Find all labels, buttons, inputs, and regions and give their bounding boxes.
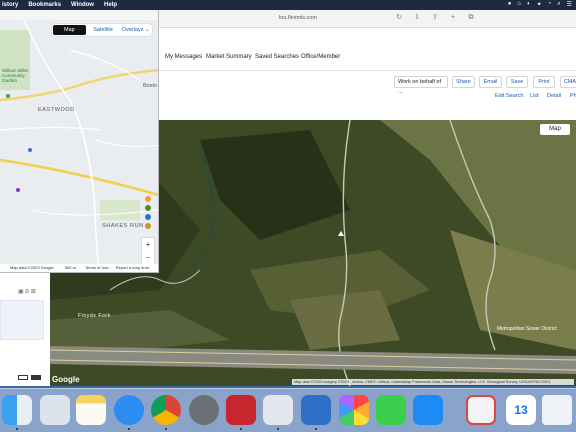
zoom-out-button[interactable]: − xyxy=(142,251,154,264)
nav-my-messages[interactable]: My Messages xyxy=(165,54,202,60)
map-attribution: Map data ©2023 Google 500 m Terms of Use… xyxy=(0,264,158,272)
notes-icon[interactable] xyxy=(76,395,106,425)
menu-window[interactable]: Window xyxy=(71,2,94,8)
satellite-attribution-text: Map data ©2023 Imagery ©2023 , Airbus, C… xyxy=(294,380,551,384)
tab-map[interactable]: Map xyxy=(53,25,86,35)
address-bar[interactable]: lou.flexmls.com xyxy=(248,13,348,24)
place-pin-icon xyxy=(6,94,10,98)
battery-icon[interactable]: ◔ xyxy=(548,1,552,8)
terms-link[interactable]: Terms of Use xyxy=(85,265,109,270)
quicken-icon[interactable] xyxy=(226,395,256,425)
print-button[interactable]: Print xyxy=(533,76,555,88)
app-store-icon[interactable] xyxy=(413,395,443,425)
running-indicator xyxy=(165,428,167,430)
share-button[interactable]: Share xyxy=(452,76,475,88)
running-indicator xyxy=(277,428,279,430)
tab-overlays[interactable]: Overlays ⌄ xyxy=(119,25,152,35)
photo-link[interactable]: Ph xyxy=(570,93,576,99)
report-error-link[interactable]: Report a map error xyxy=(116,265,150,270)
map-controls xyxy=(143,196,153,236)
running-indicator xyxy=(315,428,317,430)
menu-help[interactable]: Help xyxy=(104,2,117,8)
popup-titlebar[interactable] xyxy=(0,10,158,20)
satellite-attribution: Map data ©2023 Imagery ©2023 , Airbus, C… xyxy=(292,379,574,385)
running-indicator xyxy=(16,428,18,430)
menu-bookmarks[interactable]: Bookmarks xyxy=(28,2,61,8)
chrome-icon[interactable] xyxy=(151,395,181,425)
panel-tool-icons[interactable]: ▣⊘⊠ xyxy=(18,288,37,295)
calendar-icon[interactable]: 13 xyxy=(506,395,536,425)
control-center-icon[interactable]: ☰ xyxy=(567,1,572,8)
status-icon[interactable]: ● xyxy=(508,1,512,8)
word-icon[interactable] xyxy=(301,395,331,425)
tab-satellite[interactable]: Satellite xyxy=(87,25,120,35)
label-floyds-fork: Floyds Fork xyxy=(78,313,111,319)
gmail-icon[interactable] xyxy=(466,395,496,425)
status-icons: ● ⌂ ◐ ✦ ◔ ⌕ ☰ xyxy=(508,1,572,8)
status-icon[interactable]: ⌂ xyxy=(517,1,521,8)
running-indicator xyxy=(240,428,242,430)
street-map xyxy=(0,10,158,272)
dock: 13 xyxy=(0,388,576,432)
status-icon[interactable]: ✦ xyxy=(537,1,542,8)
launchpad-icon[interactable] xyxy=(40,395,70,425)
google-logo: Google xyxy=(52,375,80,384)
label-eastwood: EASTWOOD xyxy=(38,107,75,113)
preview-icon[interactable] xyxy=(263,395,293,425)
info-icon[interactable] xyxy=(145,214,151,220)
map-attribution-text: Map data ©2023 Google xyxy=(10,265,54,270)
status-icon[interactable]: ◐ xyxy=(527,1,531,8)
reload-icon[interactable]: ↻ xyxy=(394,13,404,23)
running-indicator xyxy=(128,428,130,430)
label-shakes-run: SHAKES RUN xyxy=(102,223,144,229)
view-toggle-b[interactable] xyxy=(31,375,41,380)
settings-icon[interactable] xyxy=(189,395,219,425)
list-link[interactable]: List xyxy=(530,93,539,99)
layer-icon[interactable] xyxy=(145,205,151,211)
toolbar-icons: ↻ ⇩ ⇪ + ⧉ xyxy=(394,13,476,23)
tabs-icon[interactable]: ⧉ xyxy=(466,13,476,23)
zoom-control: + − xyxy=(142,238,154,266)
work-on-behalf-select[interactable]: Work on behalf of ... xyxy=(394,76,448,95)
map-type-tabs: Map Satellite Overlays ⌄ xyxy=(52,24,152,36)
result-card[interactable] xyxy=(0,300,44,340)
menu-history[interactable]: istory xyxy=(2,2,18,8)
map-popup-window[interactable]: Map Satellite Overlays ⌄ EASTWOOD SHAKES… xyxy=(0,10,159,273)
place-pin-icon xyxy=(16,188,20,192)
view-toggle[interactable] xyxy=(18,375,41,380)
safari-icon[interactable] xyxy=(114,395,144,425)
trash-icon[interactable] xyxy=(542,395,572,425)
new-tab-icon[interactable]: + xyxy=(448,13,458,23)
photos-icon[interactable] xyxy=(339,395,369,425)
label-community-garden: William Miller Community Garden xyxy=(2,68,29,83)
map-type-button[interactable]: Map xyxy=(540,124,570,135)
email-button[interactable]: Email xyxy=(479,76,502,88)
save-button[interactable]: Save xyxy=(506,76,528,88)
view-toggle-a[interactable] xyxy=(18,375,28,380)
menu-bar: istory Bookmarks Window Help ● ⌂ ◐ ✦ ◔ ⌕… xyxy=(0,0,576,10)
search-icon[interactable]: ⌕ xyxy=(557,1,560,8)
messages-icon[interactable] xyxy=(376,395,406,425)
map-scale: 500 m xyxy=(64,265,76,270)
download-icon[interactable]: ⇩ xyxy=(412,13,422,23)
label-sewer-district: Metropolitan Sewer District xyxy=(497,326,557,332)
share-icon[interactable]: ⇪ xyxy=(430,13,440,23)
nav-saved-searches[interactable]: Saved Searches xyxy=(255,54,299,60)
cma-button[interactable]: CMA xyxy=(560,76,576,88)
pegman-icon[interactable] xyxy=(145,196,151,202)
nav-market-summary[interactable]: Market Summary xyxy=(206,54,252,60)
nav-office-member[interactable]: Office/Member xyxy=(301,54,340,60)
detail-link[interactable]: Detail xyxy=(547,93,561,99)
place-pin-icon xyxy=(28,148,32,152)
label-boston: Bosto xyxy=(143,83,158,89)
zoom-in-button[interactable]: + xyxy=(142,238,154,251)
ruler-icon[interactable] xyxy=(145,223,151,229)
finder-icon[interactable] xyxy=(2,395,32,425)
edit-search-link[interactable]: Edit Search xyxy=(495,93,523,99)
